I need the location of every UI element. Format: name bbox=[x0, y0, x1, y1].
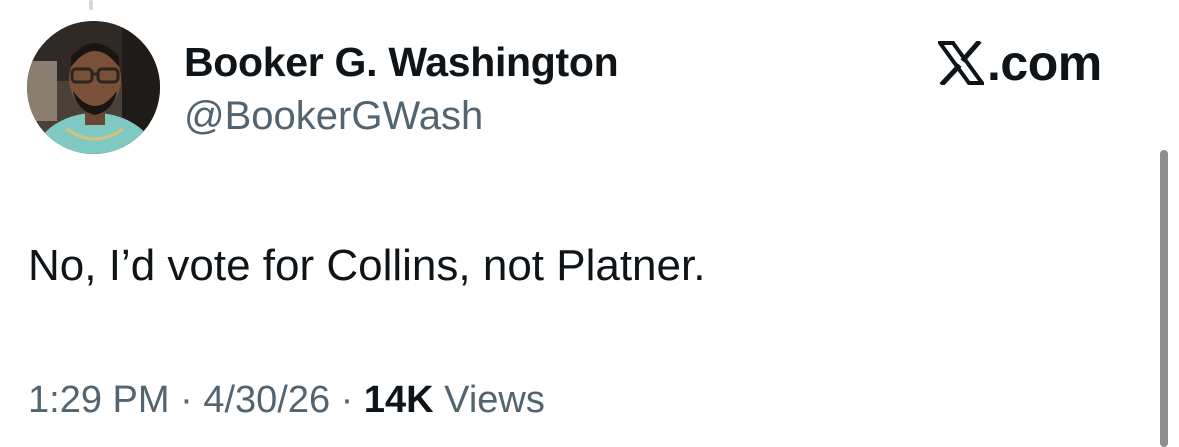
x-logo-icon bbox=[938, 41, 984, 85]
meta-separator: · bbox=[169, 379, 204, 421]
brand-suffix: .com bbox=[987, 35, 1102, 91]
tweet-time[interactable]: 1:29 PM bbox=[28, 379, 170, 421]
profile-photo-icon bbox=[27, 21, 160, 154]
tweet-meta: 1:29 PM · 4/30/26 · 14K Views bbox=[28, 377, 545, 423]
tweet-date[interactable]: 4/30/26 bbox=[203, 379, 330, 421]
views-count[interactable]: 14K bbox=[364, 379, 434, 421]
thread-connector-line bbox=[89, 0, 93, 10]
scrollbar[interactable] bbox=[1160, 150, 1168, 447]
author-handle[interactable]: @BookerGWash bbox=[184, 93, 483, 139]
brand-watermark: .com bbox=[938, 36, 1102, 90]
views-label[interactable]: Views bbox=[434, 379, 545, 421]
author-display-name[interactable]: Booker G. Washington bbox=[184, 38, 619, 86]
meta-separator: · bbox=[330, 379, 364, 421]
avatar[interactable] bbox=[27, 21, 160, 154]
tweet-text: No, I’d vote for Collins, not Platner. bbox=[28, 241, 706, 290]
